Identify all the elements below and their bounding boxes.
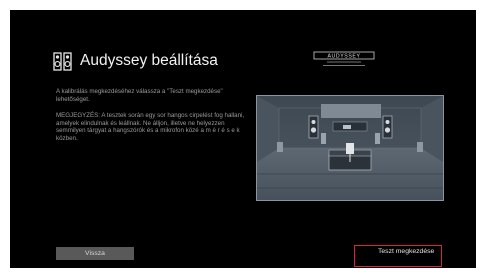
back-button[interactable]: Vissza (56, 247, 134, 260)
measurement-note: MEGJEGYZÉS: A tesztek során egy sor hang… (56, 112, 245, 142)
instruction-text: A kalibrálás megkezdéséhez válassza a "T… (56, 88, 223, 103)
audyssey-setup-screen: Audyssey beállítása AUDYSSEY A kalibrálá… (10, 10, 476, 268)
start-test-button[interactable]: Teszt megkezdése (354, 245, 442, 267)
listening-room-illustration (256, 95, 444, 201)
audyssey-logo: AUDYSSEY (313, 51, 375, 66)
audyssey-setup-icon (53, 51, 72, 71)
page-title: Audyssey beállítása (80, 52, 218, 69)
svg-text:AUDYSSEY: AUDYSSEY (327, 54, 360, 60)
instructions: A kalibrálás megkezdéséhez válassza a "T… (56, 88, 246, 143)
page-header: Audyssey beállítása (53, 50, 218, 72)
